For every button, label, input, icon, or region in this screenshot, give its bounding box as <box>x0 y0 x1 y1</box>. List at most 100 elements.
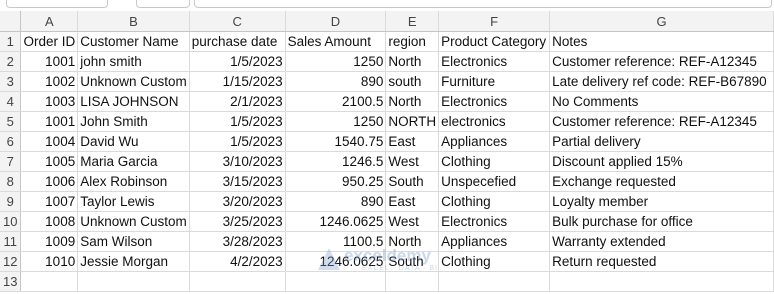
cell[interactable]: purchase date <box>189 31 286 52</box>
cell[interactable]: Electronics <box>438 91 551 112</box>
cell[interactable]: 3/15/2023 <box>189 171 286 192</box>
cell[interactable]: 1005 <box>20 151 79 172</box>
formula-controls[interactable] <box>136 0 190 8</box>
cell[interactable] <box>189 271 286 292</box>
cell[interactable]: South <box>385 171 440 192</box>
cell[interactable]: Notes <box>549 31 774 52</box>
cell[interactable]: East <box>385 131 440 152</box>
cell[interactable]: Discount applied 15% <box>549 151 774 172</box>
cell[interactable]: David Wu <box>77 131 190 152</box>
cell[interactable]: Order ID <box>20 31 79 52</box>
cell[interactable]: Customer reference: REF-A12345 <box>549 51 774 72</box>
cell[interactable]: 3/10/2023 <box>189 151 286 172</box>
row-header[interactable]: 11 <box>0 231 22 252</box>
cell[interactable]: Customer reference: REF-A12345 <box>549 111 774 132</box>
cell[interactable]: Maria Garcia <box>77 151 190 172</box>
cell[interactable]: Appliances <box>438 131 551 152</box>
cell[interactable]: Electronics <box>438 211 551 232</box>
cell[interactable]: South <box>385 251 440 272</box>
cell[interactable]: 890 <box>285 191 387 212</box>
cell[interactable] <box>77 271 190 292</box>
cell[interactable]: Electronics <box>438 51 551 72</box>
cell[interactable]: West <box>385 151 440 172</box>
cell[interactable] <box>438 271 551 292</box>
cell[interactable]: 950.25 <box>285 171 387 192</box>
cell[interactable]: 1001 <box>20 51 79 72</box>
cell[interactable]: Furniture <box>438 71 551 92</box>
cell[interactable] <box>549 271 774 292</box>
cell[interactable]: 1250 <box>285 111 387 132</box>
column-header-b[interactable]: B <box>77 11 190 32</box>
cell[interactable]: Clothing <box>438 151 551 172</box>
column-header-c[interactable]: C <box>189 11 286 32</box>
cell[interactable]: 1/5/2023 <box>189 131 286 152</box>
row-header[interactable]: 9 <box>0 191 22 212</box>
cell[interactable]: john smith <box>77 51 190 72</box>
cell[interactable]: Partial delivery <box>549 131 774 152</box>
cell[interactable]: 1246.0625 <box>285 211 387 232</box>
cell[interactable]: 2/1/2023 <box>189 91 286 112</box>
cell[interactable]: Exchange requested <box>549 171 774 192</box>
cell[interactable]: 1004 <box>20 131 79 152</box>
cell[interactable]: Product Category <box>438 31 551 52</box>
cell[interactable] <box>385 271 440 292</box>
row-header[interactable]: 6 <box>0 131 22 152</box>
cell[interactable]: 1100.5 <box>285 231 387 252</box>
cell[interactable]: NORTH <box>385 111 440 132</box>
row-header[interactable]: 10 <box>0 211 22 232</box>
cell[interactable]: 1010 <box>20 251 79 272</box>
row-header[interactable]: 5 <box>0 111 22 132</box>
cell[interactable]: West <box>385 211 440 232</box>
cell[interactable]: 1003 <box>20 91 79 112</box>
cell[interactable]: 1008 <box>20 211 79 232</box>
column-header-g[interactable]: G <box>549 11 774 32</box>
cell[interactable]: North <box>385 231 440 252</box>
cell[interactable]: 1/5/2023 <box>189 51 286 72</box>
cell[interactable]: 1001 <box>20 111 79 132</box>
cell[interactable]: John Smith <box>77 111 190 132</box>
cell[interactable]: south <box>385 71 440 92</box>
cell[interactable]: Alex Robinson <box>77 171 190 192</box>
cell[interactable]: 2100.5 <box>285 91 387 112</box>
cell[interactable]: Taylor Lewis <box>77 191 190 212</box>
cell[interactable]: Customer Name <box>77 31 190 52</box>
cell[interactable]: LISA JOHNSON <box>77 91 190 112</box>
cell[interactable]: Unspecefied <box>438 171 551 192</box>
select-all-corner[interactable] <box>0 11 22 32</box>
cell[interactable]: 1246.5 <box>285 151 387 172</box>
cell[interactable]: Warranty extended <box>549 231 774 252</box>
cell[interactable]: 3/28/2023 <box>189 231 286 252</box>
row-header[interactable]: 8 <box>0 171 22 192</box>
row-header[interactable]: 7 <box>0 151 22 172</box>
row-header[interactable]: 4 <box>0 91 22 112</box>
cell[interactable]: 1006 <box>20 171 79 192</box>
row-header[interactable]: 1 <box>0 31 22 52</box>
cell[interactable]: 1/15/2023 <box>189 71 286 92</box>
cell[interactable] <box>285 271 387 292</box>
row-header[interactable]: 2 <box>0 51 22 72</box>
cell[interactable]: region <box>385 31 440 52</box>
cell[interactable]: East <box>385 191 440 212</box>
cell[interactable]: 4/2/2023 <box>189 251 286 272</box>
cell[interactable]: Appliances <box>438 231 551 252</box>
cell[interactable]: No Comments <box>549 91 774 112</box>
column-header-f[interactable]: F <box>438 11 551 32</box>
cell[interactable]: electronics <box>438 111 551 132</box>
cell[interactable]: Clothing <box>438 191 551 212</box>
column-header-d[interactable]: D <box>285 11 387 32</box>
cell[interactable]: Clothing <box>438 251 551 272</box>
cell[interactable]: 1002 <box>20 71 79 92</box>
cell[interactable]: Unknown Custom <box>77 211 190 232</box>
cell[interactable]: 1246.0625 <box>285 251 387 272</box>
cell[interactable]: Unknown Custom <box>77 71 190 92</box>
cell[interactable]: 3/20/2023 <box>189 191 286 212</box>
cell[interactable]: Loyalty member <box>549 191 774 212</box>
cell[interactable] <box>20 271 79 292</box>
cell[interactable]: 1007 <box>20 191 79 212</box>
cell[interactable]: 1009 <box>20 231 79 252</box>
column-header-a[interactable]: A <box>20 11 79 32</box>
cell[interactable]: North <box>385 51 440 72</box>
cell[interactable]: 1540.75 <box>285 131 387 152</box>
cell[interactable]: 1/5/2023 <box>189 111 286 132</box>
cell[interactable]: 3/25/2023 <box>189 211 286 232</box>
